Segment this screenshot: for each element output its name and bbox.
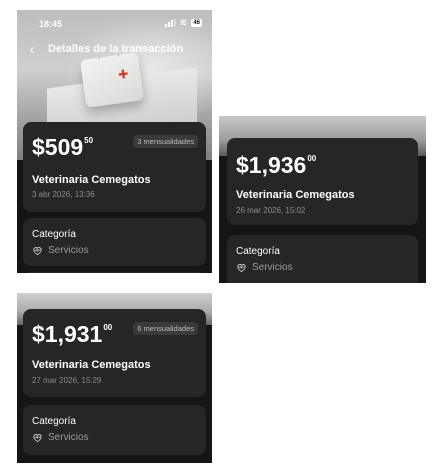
signal-icon <box>164 18 176 27</box>
screenshot-3: $1,93100 6 mensualidades Veterinaria Cem… <box>17 293 212 463</box>
category-value: Servicios <box>252 262 293 273</box>
category-card[interactable]: Categoría Servicios <box>227 235 418 283</box>
amount-integer: $1,931 <box>32 321 103 347</box>
chevron-left-icon: ‹ <box>29 41 35 57</box>
amount-decimals: 00 <box>307 154 317 163</box>
page-title: Detalles de la transacción <box>48 43 184 55</box>
category-value: Servicios <box>48 245 89 256</box>
installments-badge: 6 mensualidades <box>133 322 198 335</box>
screenshot-1: ✚ 18:45 ≋ 46 ‹ Detalles de la transacció… <box>17 10 212 273</box>
merchant-name: Veterinaria Cemegatos <box>32 174 151 186</box>
heart-pulse-icon <box>33 247 42 256</box>
battery-icon: 46 <box>191 18 202 27</box>
installments-badge: 3 mensualidades <box>133 135 198 148</box>
status-bar: 18:45 ≋ 46 <box>17 10 212 34</box>
nav-bar: ‹ Detalles de la transacción <box>17 40 212 60</box>
amount-integer: $1,936 <box>236 152 307 178</box>
transaction-date: 3 abr 2026, 13:36 <box>32 190 95 199</box>
transaction-amount: $1,93600 <box>236 152 316 179</box>
category-value: Servicios <box>48 432 89 443</box>
amount-integer: $509 <box>32 134 84 160</box>
category-label: Categoría <box>236 246 280 257</box>
first-aid-kit-image: ✚ <box>79 48 145 108</box>
category-label: Categoría <box>32 229 76 240</box>
screenshot-2: $1,93600 Veterinaria Cemegatos 26 mar 20… <box>219 116 426 283</box>
amount-decimals: 00 <box>103 323 113 332</box>
heart-pulse-icon <box>33 434 42 443</box>
category-row: Servicios <box>236 262 293 273</box>
back-button[interactable]: ‹ <box>23 41 41 59</box>
status-icons: ≋ 46 <box>164 17 202 27</box>
merchant-name: Veterinaria Cemegatos <box>236 189 355 201</box>
transaction-summary-card: $50950 3 mensualidades Veterinaria Cemeg… <box>23 122 206 212</box>
amount-decimals: 50 <box>84 136 94 145</box>
transaction-summary-card: $1,93600 Veterinaria Cemegatos 26 mar 20… <box>227 138 418 225</box>
transaction-date: 26 mar 2026, 15:02 <box>236 206 306 215</box>
status-time: 18:45 <box>39 19 63 29</box>
transaction-date: 27 mar 2026, 15:29 <box>32 376 102 385</box>
category-card[interactable]: Categoría Servicios <box>23 218 206 266</box>
transaction-amount: $1,93100 <box>32 321 112 348</box>
category-label: Categoría <box>32 416 76 427</box>
next-card <box>23 272 206 273</box>
category-row: Servicios <box>32 432 89 443</box>
wifi-icon: ≋ <box>179 17 188 27</box>
transaction-amount: $50950 <box>32 134 93 161</box>
heart-pulse-icon <box>237 264 246 273</box>
transaction-summary-card: $1,93100 6 mensualidades Veterinaria Cem… <box>23 309 206 397</box>
category-card[interactable]: Categoría Servicios <box>23 405 206 455</box>
category-row: Servicios <box>32 245 89 256</box>
merchant-name: Veterinaria Cemegatos <box>32 359 151 371</box>
